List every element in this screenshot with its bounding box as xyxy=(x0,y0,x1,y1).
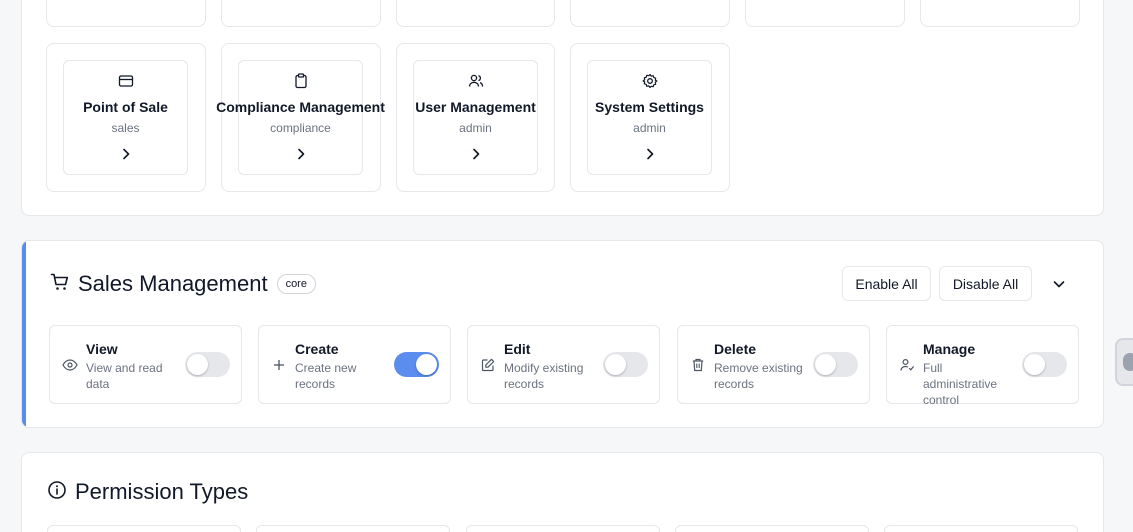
permission-name: Edit xyxy=(504,341,531,357)
shopping-cart-icon xyxy=(50,272,70,297)
enable-all-button[interactable]: Enable All xyxy=(842,266,931,301)
chevron-right-icon[interactable] xyxy=(239,146,362,162)
permission-card-edit: Edit Modify existing records xyxy=(467,325,660,404)
permission-name: View xyxy=(86,341,118,357)
permission-card-delete: Delete Remove existing records xyxy=(677,325,870,404)
disable-all-button[interactable]: Disable All xyxy=(939,266,1032,301)
module-category: admin xyxy=(633,121,666,135)
permission-description: Full administrative control xyxy=(923,361,998,407)
module-category: compliance xyxy=(270,121,331,135)
module-card[interactable] xyxy=(920,0,1080,27)
sales-management-panel: Sales Management core Enable All Disable… xyxy=(21,240,1104,428)
toggle-knob xyxy=(187,354,208,375)
chevron-right-icon[interactable] xyxy=(588,146,711,162)
permission-toggle-delete[interactable] xyxy=(813,352,858,377)
modules-panel: Point of Sale sales Compliance Managemen… xyxy=(21,0,1104,216)
module-title: User Management xyxy=(415,99,536,115)
eye-icon xyxy=(62,357,78,373)
permission-card-manage: Manage Full administrative control xyxy=(886,325,1079,407)
module-inner: Compliance Management compliance xyxy=(216,60,385,175)
permission-type-card xyxy=(47,525,241,532)
module-inner: Point of Sale sales xyxy=(63,60,188,175)
permission-toggle-manage[interactable] xyxy=(1022,352,1067,377)
module-card[interactable] xyxy=(745,0,905,27)
clipboard-icon xyxy=(239,73,362,89)
module-card[interactable] xyxy=(570,0,730,27)
info-icon xyxy=(47,480,67,505)
toggle-knob xyxy=(416,354,437,375)
module-title: Compliance Management xyxy=(216,99,385,115)
section-title: Permission Types xyxy=(75,479,249,504)
module-card[interactable] xyxy=(221,0,381,27)
permission-toggle-view[interactable] xyxy=(185,352,230,377)
permission-type-card xyxy=(675,525,869,532)
permission-type-card xyxy=(466,525,660,532)
permission-name: Manage xyxy=(923,341,976,357)
permission-name: Create xyxy=(295,341,339,357)
permission-card-view: View View and read data xyxy=(49,325,242,404)
users-icon xyxy=(414,73,537,89)
module-title: System Settings xyxy=(595,99,704,115)
floating-side-widget[interactable] xyxy=(1115,338,1133,386)
gear-icon xyxy=(588,73,711,89)
pencil-icon xyxy=(480,357,496,373)
permission-toggle-edit[interactable] xyxy=(603,352,648,377)
core-badge: core xyxy=(276,274,316,294)
permission-description: Modify existing records xyxy=(504,361,584,391)
section-title: Sales Management xyxy=(78,271,268,296)
permission-description: Create new records xyxy=(295,361,357,391)
user-cog-icon xyxy=(899,357,915,373)
module-card-compliance[interactable]: Compliance Management compliance xyxy=(216,43,385,192)
plus-icon xyxy=(271,357,287,373)
widget-icon xyxy=(1123,353,1133,371)
permission-types-panel: Permission Types xyxy=(21,452,1104,532)
accent-bar xyxy=(22,241,26,427)
permission-name: Delete xyxy=(714,341,757,357)
module-inner: User Management admin xyxy=(413,60,538,175)
toggle-knob xyxy=(1024,354,1045,375)
section-header: Sales Management core xyxy=(50,271,316,297)
module-inner: System Settings admin xyxy=(587,60,712,175)
credit-card-icon xyxy=(64,73,187,89)
permission-description: View and read data xyxy=(86,361,163,391)
permission-card-create: Create Create new records xyxy=(258,325,451,404)
module-category: admin xyxy=(459,121,492,135)
module-title: Point of Sale xyxy=(83,99,168,115)
toggle-knob xyxy=(815,354,836,375)
chevron-down-icon[interactable] xyxy=(1048,273,1070,295)
trash-icon xyxy=(690,357,706,373)
toggle-knob xyxy=(605,354,626,375)
module-card-system-settings[interactable]: System Settings admin xyxy=(570,43,730,192)
module-category: sales xyxy=(111,121,140,135)
module-card-user-management[interactable]: User Management admin xyxy=(396,43,555,192)
permission-toggle-create[interactable] xyxy=(394,352,439,377)
module-card[interactable] xyxy=(46,0,206,27)
module-card[interactable] xyxy=(396,0,555,27)
permission-type-card xyxy=(884,525,1078,532)
chevron-right-icon[interactable] xyxy=(414,146,537,162)
section-header: Permission Types xyxy=(47,479,248,505)
permission-type-card xyxy=(256,525,450,532)
module-card-point-of-sale[interactable]: Point of Sale sales xyxy=(46,43,206,192)
chevron-right-icon[interactable] xyxy=(64,146,187,162)
permission-description: Remove existing records xyxy=(714,361,803,391)
